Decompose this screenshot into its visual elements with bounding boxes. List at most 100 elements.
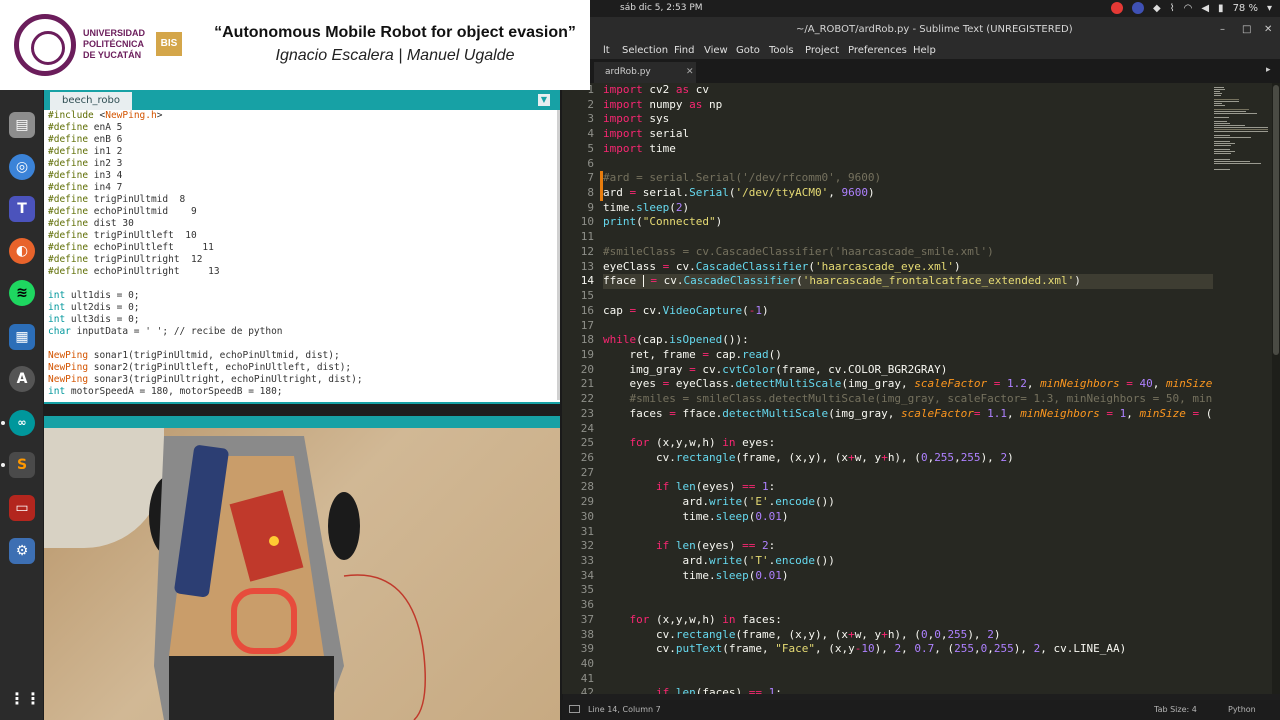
arduino-code-line[interactable]: int ult3dis = 0; [48, 314, 554, 326]
code-line[interactable]: if len(eyes) == 1: [603, 480, 1213, 495]
code-line[interactable] [603, 319, 1213, 334]
arduino-code-line[interactable]: #define enB 6 [48, 134, 554, 146]
code-line[interactable]: import sys [603, 112, 1213, 127]
code-line[interactable] [603, 230, 1213, 245]
code-line[interactable]: eyes = eyeClass.detectMultiScale(img_gra… [603, 377, 1213, 392]
code-line[interactable]: #smiles = smileClass.detectMultiScale(im… [603, 392, 1213, 407]
code-line[interactable]: cap = cv.VideoCapture(-1) [603, 304, 1213, 319]
arduino-code-line[interactable]: int ult1dis = 0; [48, 290, 554, 302]
arduino-sketch-tab[interactable]: beech_robo [50, 92, 132, 110]
code-line[interactable]: time.sleep(0.01) [603, 569, 1213, 584]
power-menu-icon[interactable]: ▾ [1267, 3, 1272, 14]
code-line[interactable]: if len(eyes) == 2: [603, 539, 1213, 554]
code-line[interactable]: cv.rectangle(frame, (x,y), (x+w, y+h), (… [603, 628, 1213, 643]
arduino-code-line[interactable]: NewPing sonar2(trigPinUltleft, echoPinUl… [48, 362, 554, 374]
arduino-code-line[interactable]: #define echoPinUltleft 11 [48, 242, 554, 254]
system-tray[interactable]: ◆ ⌇ ◠ ◀ ▮ 78 % ▾ [1111, 2, 1272, 14]
spotify-icon[interactable]: ≋ [9, 280, 35, 306]
arduino-code-line[interactable]: int motorSpeedA = 180, motorSpeedB = 180… [48, 386, 554, 398]
menu-tools[interactable]: Tools [769, 45, 794, 56]
code-line[interactable] [603, 583, 1213, 598]
minimize-button[interactable]: – [1220, 24, 1225, 35]
code-line[interactable]: for (x,y,w,h) in eyes: [603, 436, 1213, 451]
arduino-icon[interactable]: ∞ [9, 410, 35, 436]
code-line[interactable]: faces = fface.detectMultiScale(img_gray,… [603, 407, 1213, 422]
arduino-code-line[interactable]: #include <NewPing.h> [48, 110, 554, 122]
sublime-text-icon[interactable]: S [9, 452, 35, 478]
arduino-code-line[interactable]: #define in1 2 [48, 146, 554, 158]
menu-edit[interactable]: lt [603, 45, 610, 56]
code-line[interactable]: eyeClass = cv.CascadeClassifier('haarcas… [603, 260, 1213, 275]
menu-help[interactable]: Help [913, 45, 936, 56]
code-line[interactable]: ard.write('E'.encode()) [603, 495, 1213, 510]
arduino-code-line[interactable] [48, 338, 554, 350]
record-indicator-icon[interactable] [1111, 2, 1124, 14]
arduino-code-line[interactable]: #define enA 5 [48, 122, 554, 134]
scrollbar-thumb[interactable] [1273, 85, 1279, 355]
show-apps-icon[interactable]: ⋮⋮ [9, 686, 41, 712]
arduino-code-line[interactable]: #define trigPinUltright 12 [48, 254, 554, 266]
code-line[interactable]: while(cap.isOpened()): [603, 333, 1213, 348]
code-line[interactable]: ard.write('T'.encode()) [603, 554, 1213, 569]
code-line[interactable]: import serial [603, 127, 1213, 142]
code-line[interactable]: cv.rectangle(frame, (x,y), (x+w, y+h), (… [603, 451, 1213, 466]
code-line[interactable]: img_gray = cv.cvtColor(frame, cv.COLOR_B… [603, 363, 1213, 378]
clock[interactable]: sáb dic 5, 2:53 PM [620, 3, 703, 13]
close-window-button[interactable]: ✕ [1264, 24, 1272, 35]
arduino-code-line[interactable]: NewPing sonar3(trigPinUltright, echoPinU… [48, 374, 554, 386]
menu-selection[interactable]: Selection [622, 45, 668, 56]
code-line[interactable] [603, 466, 1213, 481]
code-area[interactable]: import cv2 as cv import numpy as np import… [603, 83, 1213, 694]
code-editor[interactable]: 1 2 3 4 5 6 7 8 9 10 11 12 13 14 15 16 17 18 19 20 21 22 23 24 2… [562, 83, 1280, 694]
wifi-icon[interactable]: ◠ [1184, 3, 1193, 14]
arduino-code-line[interactable]: NewPing sonar1(trigPinUltmid, echoPinUlt… [48, 350, 554, 362]
code-line[interactable]: #ard = serial.Serial('/dev/rfcomm0', 960… [603, 171, 1213, 186]
code-line[interactable]: if len(faces) == 1: [603, 686, 1213, 694]
arduino-code-line[interactable]: #define trigPinUltmid 8 [48, 194, 554, 206]
arduino-code-line[interactable]: #define in4 7 [48, 182, 554, 194]
maximize-button[interactable]: □ [1242, 24, 1251, 35]
tab-list-chevron-icon[interactable]: ▸ [1266, 65, 1271, 75]
code-line[interactable]: time.sleep(0.01) [603, 510, 1213, 525]
arduino-code-area[interactable]: #include <NewPing.h> #define enA 5 #define… [48, 110, 554, 400]
battery-percent[interactable]: 78 % [1233, 3, 1258, 14]
teams-icon[interactable]: T [9, 196, 35, 222]
code-line[interactable]: cv.putText(frame, "Face", (x,y-10), 2, 0… [603, 642, 1213, 657]
code-line[interactable] [603, 422, 1213, 437]
document-viewer-icon[interactable]: ▦ [9, 324, 35, 350]
code-line[interactable]: import cv2 as cv [603, 83, 1213, 98]
files-icon[interactable]: ▤ [9, 112, 35, 138]
code-line[interactable]: time.sleep(2) [603, 201, 1213, 216]
code-line[interactable] [603, 157, 1213, 172]
arduino-code-line[interactable]: #define in3 4 [48, 170, 554, 182]
code-line[interactable] [603, 672, 1213, 687]
menu-find[interactable]: Find [674, 45, 695, 56]
tab-close-icon[interactable]: ✕ [686, 62, 694, 83]
arduino-code-line[interactable]: char inputData = ' '; // recibe de pytho… [48, 326, 554, 338]
battery-icon[interactable]: ▮ [1218, 3, 1224, 14]
code-line[interactable]: #smileClass = cv.CascadeClassifier('haar… [603, 245, 1213, 260]
arduino-code-line[interactable]: #define dist 30 [48, 218, 554, 230]
code-line[interactable]: import numpy as np [603, 98, 1213, 113]
panel-toggle-icon[interactable] [569, 705, 580, 713]
volume-icon[interactable]: ◀ [1201, 3, 1209, 14]
code-line[interactable]: print("Connected") [603, 215, 1213, 230]
code-line[interactable]: fface = cv.CascadeClassifier('haarcascad… [603, 274, 1213, 290]
code-line[interactable]: ard = serial.Serial('/dev/ttyACM0', 9600… [603, 186, 1213, 201]
code-line[interactable] [603, 598, 1213, 613]
minimap[interactable] [1214, 83, 1270, 694]
code-line[interactable] [603, 289, 1213, 304]
terminal-icon[interactable]: ▭ [9, 495, 35, 521]
code-line[interactable]: for (x,y,w,h) in faces: [603, 613, 1213, 628]
chromium-icon[interactable]: ◎ [9, 154, 35, 180]
arduino-code-line[interactable]: #define trigPinUltleft 10 [48, 230, 554, 242]
menu-project[interactable]: Project [805, 45, 839, 56]
vertical-scrollbar[interactable] [1272, 83, 1280, 694]
arduino-code-line[interactable]: #define in2 3 [48, 158, 554, 170]
arduino-code-line[interactable]: #define echoPinUltright 13 [48, 266, 554, 278]
menu-view[interactable]: View [704, 45, 728, 56]
discord-icon[interactable]: ◆ [1153, 3, 1161, 14]
arduino-code-line[interactable] [48, 278, 554, 290]
tab-ardrob-py[interactable]: ardRob.py ✕ [594, 62, 696, 83]
arduino-code-line[interactable]: #define echoPinUltmid 9 [48, 206, 554, 218]
